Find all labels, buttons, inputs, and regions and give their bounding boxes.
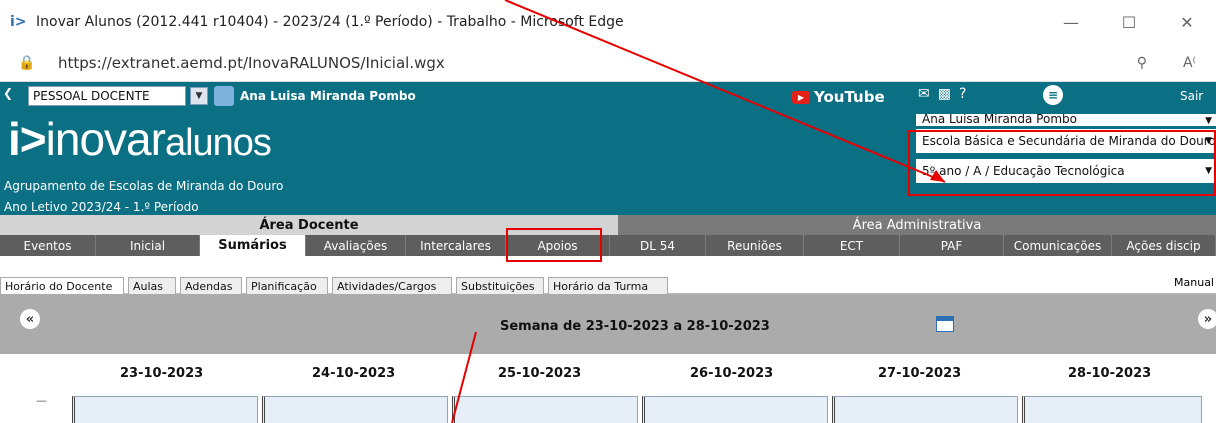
schedule-cell[interactable] (452, 396, 638, 423)
subtab-planificacao[interactable]: Planificação (246, 277, 328, 294)
subtab-substituicoes[interactable]: Substituições (456, 277, 544, 294)
schedule-cell[interactable] (262, 396, 448, 423)
maximize-button[interactable]: ☐ (1100, 0, 1158, 44)
annotation-box-apoios (506, 228, 602, 262)
url-field[interactable]: https://extranet.aemd.pt/InovaRALUNOS/In… (58, 54, 445, 72)
schedule-cell[interactable] (1022, 396, 1202, 423)
day-headers: 23-10-2023 24-10-2023 25-10-2023 26-10-2… (0, 354, 1216, 394)
nav-item-paf[interactable]: PAF (900, 235, 1004, 256)
next-week-button[interactable]: » (1198, 309, 1216, 329)
read-aloud-icon[interactable]: A⁽ (1183, 55, 1196, 71)
nav-item-sumarios[interactable]: Sumários (200, 235, 306, 256)
schedule-cell[interactable] (72, 396, 258, 423)
previous-week-button[interactable]: « (20, 309, 40, 329)
day-header: 28-10-2023 (1068, 366, 1152, 381)
window-controls: — ☐ ✕ (1042, 0, 1216, 44)
address-bar: 🔒 https://extranet.aemd.pt/InovaRALUNOS/… (0, 44, 1216, 82)
key-icon[interactable]: ⚲ (1137, 55, 1147, 71)
nav-item-reunioes[interactable]: Reuniões (706, 235, 804, 256)
header-user-name: Ana Luisa Miranda Pombo (240, 89, 416, 103)
nav-item-avaliacoes[interactable]: Avaliações (306, 235, 406, 256)
hour-label-marker: — (36, 394, 47, 407)
header-icons: ✉ ▩ ? (918, 86, 966, 102)
stats-icon[interactable]: ▩ (938, 86, 951, 102)
browser-title-bar: i> Inovar Alunos (2012.441 r10404) - 202… (0, 0, 1216, 44)
mail-icon[interactable]: ✉ (918, 86, 930, 102)
tab-area-administrativa[interactable]: Área Administrativa (618, 215, 1216, 235)
week-title: Semana de 23-10-2023 a 28-10-2023 (500, 319, 770, 334)
back-icon[interactable]: ❮ (3, 86, 13, 100)
nav-item-comunicacoes[interactable]: Comunicações (1004, 235, 1112, 256)
day-header: 27-10-2023 (878, 366, 962, 381)
agrupamento-label: Agrupamento de Escolas de Miranda do Dou… (4, 179, 284, 193)
subtab-horario-docente[interactable]: Horário do Docente (0, 277, 124, 294)
logout-button[interactable]: Sair (1180, 89, 1203, 103)
annotation-box-selects (908, 130, 1216, 196)
nav-item-acoes-disciplinares[interactable]: Ações discip (1112, 235, 1216, 256)
nav-item-eventos[interactable]: Eventos (0, 235, 96, 256)
week-navigation: « Semana de 23-10-2023 a 28-10-2023 » (0, 294, 1216, 354)
schedule-cell[interactable] (832, 396, 1018, 423)
menu-icon[interactable]: ≡ (1043, 85, 1063, 105)
window-title: Inovar Alunos (2012.441 r10404) - 2023/2… (36, 14, 624, 30)
help-icon[interactable]: ? (959, 86, 966, 102)
app-header: ❮ PESSOAL DOCENTE ▼ Ana Luisa Miranda Po… (0, 82, 1216, 215)
role-select-dropdown-icon[interactable]: ▼ (190, 87, 208, 105)
app-favicon-icon: i> (10, 14, 27, 30)
day-header: 26-10-2023 (690, 366, 774, 381)
schedule-cell[interactable] (642, 396, 828, 423)
close-window-button[interactable]: ✕ (1158, 0, 1216, 44)
user-icon (214, 86, 234, 106)
youtube-link[interactable]: ▶ YouTube (792, 88, 885, 106)
sub-tabs: Horário do Docente Aulas Adendas Planifi… (0, 257, 1216, 294)
area-row: Área Docente Área Administrativa (0, 215, 1216, 235)
inovar-alunos-logo: i>inovaralunos (8, 113, 272, 165)
manual-link[interactable]: Manual (1174, 276, 1214, 289)
nav-item-inicial[interactable]: Inicial (96, 235, 200, 256)
user-select[interactable]: Ana Luisa Miranda Pombo ▼ (916, 114, 1216, 126)
day-header: 23-10-2023 (120, 366, 204, 381)
lock-icon[interactable]: 🔒 (18, 55, 38, 71)
schedule-grid: — (0, 394, 1216, 423)
ano-letivo-label: Ano Letivo 2023/24 - 1.º Período (4, 200, 199, 214)
nav-item-intercalares[interactable]: Intercalares (406, 235, 506, 256)
day-header: 25-10-2023 (498, 366, 582, 381)
subtab-aulas[interactable]: Aulas (128, 277, 176, 294)
youtube-play-icon: ▶ (792, 90, 810, 104)
day-header: 24-10-2023 (312, 366, 396, 381)
nav-item-dl54[interactable]: DL 54 (610, 235, 706, 256)
calendar-icon[interactable] (936, 316, 954, 332)
role-select[interactable]: PESSOAL DOCENTE (28, 86, 186, 106)
main-nav: Eventos Inicial Sumários Avaliações Inte… (0, 235, 1216, 256)
nav-item-ect[interactable]: ECT (804, 235, 900, 256)
subtab-horario-turma[interactable]: Horário da Turma (548, 277, 668, 294)
minimize-button[interactable]: — (1042, 0, 1100, 44)
subtab-adendas[interactable]: Adendas (180, 277, 242, 294)
subtab-atividades-cargos[interactable]: Atividades/Cargos (332, 277, 452, 294)
address-bar-actions: ⚲ A⁽ (1137, 44, 1196, 82)
